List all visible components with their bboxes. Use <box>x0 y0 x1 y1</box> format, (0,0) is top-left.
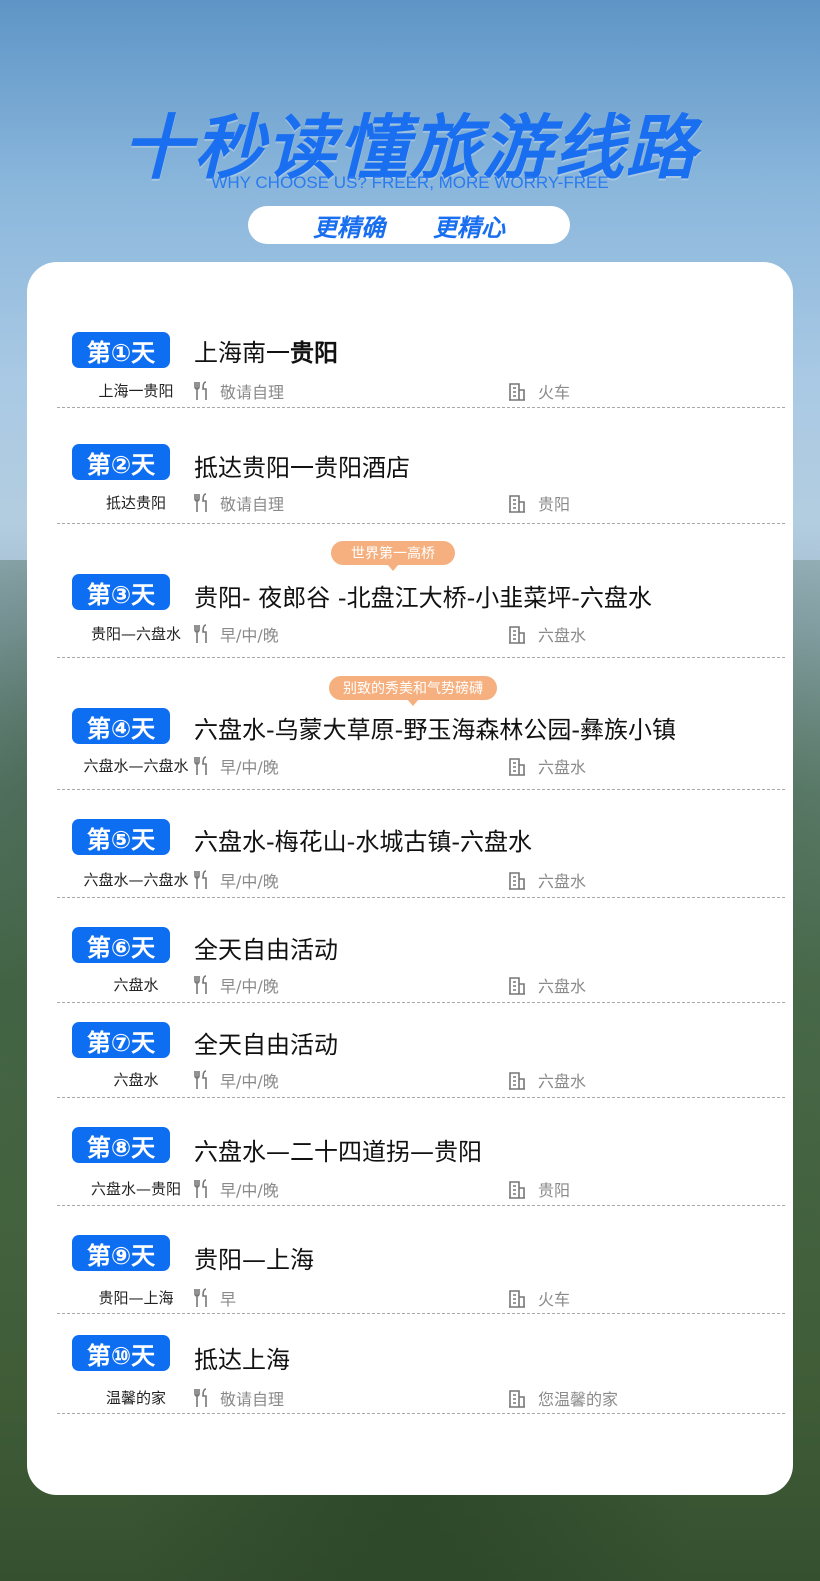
stay-info: 六盘水 <box>508 868 586 892</box>
meal-info: 早 <box>194 1286 236 1310</box>
hotel-icon <box>509 872 525 890</box>
meal-info: 早/中/晚 <box>194 1177 279 1201</box>
day-badge: 第②天 <box>72 444 170 480</box>
stay-info: 贵阳 <box>508 1177 570 1201</box>
stay-info: 六盘水 <box>508 973 586 997</box>
day-title: 六盘水-梅花山-水城古镇-六盘水 <box>194 828 532 856</box>
day-divider <box>57 1313 785 1314</box>
header: 十秒读懂旅游线路 WHY CHOOSE US? FREER, MORE WORR… <box>0 0 820 260</box>
day-badge: 第①天 <box>72 332 170 368</box>
day-divider <box>57 789 785 790</box>
day-title: 六盘水—二十四道拐—贵阳 <box>194 1138 482 1166</box>
day-badge: 第⑩天 <box>72 1335 170 1371</box>
day-title: 全天自由活动 <box>194 1031 338 1059</box>
day-title: 贵阳- 夜郎谷 -北盘江大桥-小韭菜坪-六盘水 <box>194 584 652 612</box>
day-title: 上海南一贵阳 <box>194 339 338 367</box>
slogan-left: 更精确 <box>313 213 385 242</box>
meal-info: 早/中/晚 <box>194 622 279 646</box>
day-route: 贵阳—六盘水 <box>90 625 181 643</box>
day-route: 抵达贵阳 <box>105 494 166 512</box>
fork-knife-icon <box>194 1288 207 1307</box>
stay-info: 六盘水 <box>508 1068 586 1092</box>
meal-info: 敬请自理 <box>194 1386 284 1410</box>
fork-knife-icon <box>194 493 207 512</box>
day-title: 六盘水-乌蒙大草原-野玉海森林公园-彝族小镇 <box>194 716 676 744</box>
stay-info: 六盘水 <box>508 622 586 646</box>
highlight-tag: 世界第一高桥 <box>331 541 455 571</box>
day-title: 贵阳—上海 <box>194 1246 314 1274</box>
itinerary-card: 第①天 上海南一贵阳 上海一贵阳 敬请自理 火车 第②天 抵达贵阳一贵阳酒店 抵… <box>27 262 793 1495</box>
day-route: 上海一贵阳 <box>98 382 174 400</box>
day-divider <box>57 657 785 658</box>
meal-info: 早/中/晚 <box>194 973 279 997</box>
day-route: 六盘水—贵阳 <box>90 1180 181 1198</box>
day-title: 抵达贵阳一贵阳酒店 <box>194 454 410 482</box>
meal-info: 早/中/晚 <box>194 754 279 778</box>
fork-knife-icon <box>194 1070 207 1089</box>
page-subtitle: WHY CHOOSE US? FREER, MORE WORRY-FREE <box>211 173 609 192</box>
meal-info: 敬请自理 <box>194 491 284 515</box>
fork-knife-icon <box>194 381 207 400</box>
slogan-pill: 更精确 更精心 <box>248 206 570 244</box>
hotel-icon <box>509 383 525 401</box>
day-route: 六盘水—六盘水 <box>83 871 189 889</box>
day-route: 六盘水 <box>113 1071 159 1089</box>
day-badge: 第⑥天 <box>72 927 170 963</box>
day-divider <box>57 1413 785 1414</box>
day-route: 六盘水—六盘水 <box>83 757 189 775</box>
fork-knife-icon <box>194 975 207 994</box>
day-badge: 第⑤天 <box>72 819 170 855</box>
day-title: 全天自由活动 <box>194 936 338 964</box>
day-title: 抵达上海 <box>194 1346 290 1374</box>
day-route: 温馨的家 <box>105 1389 166 1407</box>
hotel-icon <box>509 626 525 644</box>
meal-info: 早/中/晚 <box>194 868 279 892</box>
day-route: 贵阳—上海 <box>98 1289 174 1307</box>
fork-knife-icon <box>194 870 207 889</box>
fork-knife-icon <box>194 624 207 643</box>
hotel-icon <box>509 1290 525 1308</box>
hotel-icon <box>509 1390 525 1408</box>
hotel-icon <box>509 495 525 513</box>
day-divider <box>57 897 785 898</box>
day-divider <box>57 1097 785 1098</box>
hotel-icon <box>509 1181 525 1199</box>
fork-knife-icon <box>194 1388 207 1407</box>
stay-info: 火车 <box>508 1286 570 1310</box>
day-divider <box>57 1205 785 1206</box>
day-divider <box>57 523 785 524</box>
slogan-right: 更精心 <box>433 213 505 242</box>
meal-info: 早/中/晚 <box>194 1068 279 1092</box>
stay-info: 您温馨的家 <box>508 1386 618 1410</box>
day-badge: 第⑦天 <box>72 1022 170 1058</box>
fork-knife-icon <box>194 756 207 775</box>
stay-info: 火车 <box>508 379 570 403</box>
highlight-tag: 别致的秀美和气势磅礴 <box>329 676 497 706</box>
day-badge: 第⑨天 <box>72 1235 170 1271</box>
day-divider <box>57 407 785 408</box>
day-route: 六盘水 <box>113 976 159 994</box>
fork-knife-icon <box>194 1179 207 1198</box>
day-badge: 第④天 <box>72 708 170 744</box>
day-divider <box>57 1002 785 1003</box>
hotel-icon <box>509 977 525 995</box>
stay-info: 六盘水 <box>508 754 586 778</box>
hotel-icon <box>509 758 525 776</box>
day-badge: 第③天 <box>72 574 170 610</box>
day-badge: 第⑧天 <box>72 1127 170 1163</box>
stay-info: 贵阳 <box>508 491 570 515</box>
meal-info: 敬请自理 <box>194 379 284 403</box>
hotel-icon <box>509 1072 525 1090</box>
